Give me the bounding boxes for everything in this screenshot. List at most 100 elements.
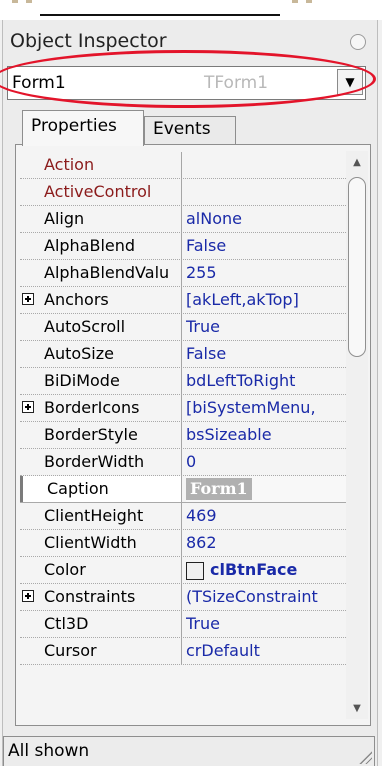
decor-tick	[292, 0, 298, 3]
property-value-cell[interactable]: clBtnFace	[186, 557, 350, 583]
property-value: (TSizeConstraint	[186, 587, 318, 606]
property-value-cell[interactable]	[186, 179, 350, 205]
property-name: BiDiMode	[44, 371, 120, 390]
property-value: False	[186, 236, 227, 255]
property-value-cell[interactable]: 0	[186, 449, 350, 475]
property-row[interactable]: BorderWidth 0	[20, 449, 350, 476]
property-name: BorderWidth	[44, 452, 145, 471]
property-name-cell[interactable]: ClientHeight	[20, 503, 182, 529]
property-name: Constraints	[44, 587, 136, 606]
vertical-scrollbar[interactable]: ▲ ▼	[346, 151, 368, 719]
property-name: AutoScroll	[44, 317, 126, 336]
property-value-cell[interactable]: 469	[186, 503, 350, 529]
property-value-cell[interactable]: 862	[186, 530, 350, 556]
property-value-cell[interactable]: bdLeftToRight	[186, 368, 350, 394]
property-name-cell[interactable]: ActiveControl	[20, 179, 182, 205]
property-name-cell[interactable]: Color	[20, 557, 182, 583]
property-name-cell[interactable]: BorderWidth	[20, 449, 182, 475]
tab-properties[interactable]: Properties	[22, 110, 144, 146]
property-name-cell[interactable]: BorderStyle	[20, 422, 182, 448]
property-row[interactable]: Caption Form1	[20, 476, 350, 503]
component-type: TForm1	[204, 73, 269, 93]
tab-label: Properties	[31, 116, 117, 136]
property-row[interactable]: Cursor crDefault	[20, 638, 350, 665]
property-name-cell[interactable]: BiDiMode	[20, 368, 182, 394]
tab-events[interactable]: Events	[144, 116, 236, 144]
property-row[interactable]: BiDiMode bdLeftToRight	[20, 368, 350, 395]
inspector-title-bar[interactable]: Object Inspector	[8, 26, 376, 56]
property-value-cell[interactable]	[186, 152, 350, 178]
property-value: bsSizeable	[186, 425, 272, 444]
property-row[interactable]: ClientWidth 862	[20, 530, 350, 557]
property-name-cell[interactable]: Anchors	[20, 287, 182, 313]
property-value: 862	[186, 533, 217, 552]
property-value-cell[interactable]: alNone	[186, 206, 350, 232]
property-value-cell[interactable]: bsSizeable	[186, 422, 350, 448]
property-value-cell[interactable]: crDefault	[186, 638, 350, 664]
property-row[interactable]: ActiveControl	[20, 179, 350, 206]
property-row[interactable]: BorderStyle bsSizeable	[20, 422, 350, 449]
property-name-cell[interactable]: Constraints	[20, 584, 182, 610]
scroll-up-icon[interactable]: ▲	[346, 153, 368, 173]
property-name: Cursor	[44, 641, 97, 660]
property-value-cell[interactable]: 255	[186, 260, 350, 286]
property-value: alNone	[186, 209, 242, 228]
scroll-thumb[interactable]	[348, 177, 366, 357]
property-row[interactable]: AutoSize False	[20, 341, 350, 368]
property-name: BorderIcons	[44, 398, 140, 417]
component-selector[interactable]: Form1 TForm1 ▼	[7, 66, 366, 100]
window-title: Object Inspector	[10, 30, 167, 52]
property-name-cell[interactable]: BorderIcons	[20, 395, 182, 421]
decor-tick	[12, 0, 18, 3]
property-row[interactable]: Ctl3D True	[20, 611, 350, 638]
expand-plus-icon[interactable]	[22, 293, 34, 305]
expand-plus-icon[interactable]	[22, 590, 34, 602]
property-row[interactable]: Anchors [akLeft,akTop]	[20, 287, 350, 314]
resize-grip-icon[interactable]	[358, 750, 372, 764]
property-value-cell[interactable]: False	[186, 341, 350, 367]
property-row[interactable]: BorderIcons [biSystemMenu,	[20, 395, 350, 422]
property-name-cell[interactable]: AlphaBlendValu	[20, 260, 182, 286]
property-name: ActiveControl	[44, 182, 152, 201]
scroll-down-icon[interactable]: ▼	[346, 699, 368, 719]
property-value-cell[interactable]: False	[186, 233, 350, 259]
property-value: Form1	[186, 478, 252, 500]
property-name-cell[interactable]: Ctl3D	[20, 611, 182, 637]
property-value: crDefault	[186, 641, 260, 660]
property-name-cell[interactable]: Cursor	[20, 638, 182, 664]
property-name-cell[interactable]: Caption	[20, 476, 182, 502]
property-value: [biSystemMenu,	[186, 398, 316, 417]
property-name: AutoSize	[44, 344, 114, 363]
property-value-cell[interactable]: (TSizeConstraint	[186, 584, 350, 610]
property-row[interactable]: AutoScroll True	[20, 314, 350, 341]
property-value: 255	[186, 263, 217, 282]
decor-tick	[26, 0, 32, 3]
property-value-cell[interactable]: Form1	[186, 476, 350, 502]
property-name-cell[interactable]: ClientWidth	[20, 530, 182, 556]
host-toolbar-edge	[40, 6, 280, 16]
property-row[interactable]: Align alNone	[20, 206, 350, 233]
expand-plus-icon[interactable]	[22, 401, 34, 413]
property-row[interactable]: AlphaBlendValu 255	[20, 260, 350, 287]
property-value: 0	[186, 452, 197, 471]
property-name-cell[interactable]: Align	[20, 206, 182, 232]
property-value-cell[interactable]: True	[186, 314, 350, 340]
close-icon[interactable]	[350, 34, 366, 50]
property-name-cell[interactable]: AlphaBlend	[20, 233, 182, 259]
property-rows: Action ActiveControl Align alNone AlphaBlend…	[20, 152, 350, 722]
property-name-cell[interactable]: AutoScroll	[20, 314, 182, 340]
color-swatch	[186, 561, 204, 580]
property-row[interactable]: Color clBtnFace	[20, 557, 350, 584]
property-value-cell[interactable]: [biSystemMenu,	[186, 395, 350, 421]
property-row[interactable]: Action	[20, 152, 350, 179]
property-row[interactable]: Constraints (TSizeConstraint	[20, 584, 350, 611]
property-value-cell[interactable]: True	[186, 611, 350, 637]
property-name-cell[interactable]: Action	[20, 152, 182, 178]
property-row[interactable]: AlphaBlend False	[20, 233, 350, 260]
property-value: True	[186, 614, 220, 633]
property-value-cell[interactable]: [akLeft,akTop]	[186, 287, 350, 313]
property-name-cell[interactable]: AutoSize	[20, 341, 182, 367]
dropdown-arrow-icon[interactable]: ▼	[337, 69, 363, 95]
property-name: Anchors	[44, 290, 109, 309]
property-row[interactable]: ClientHeight 469	[20, 503, 350, 530]
